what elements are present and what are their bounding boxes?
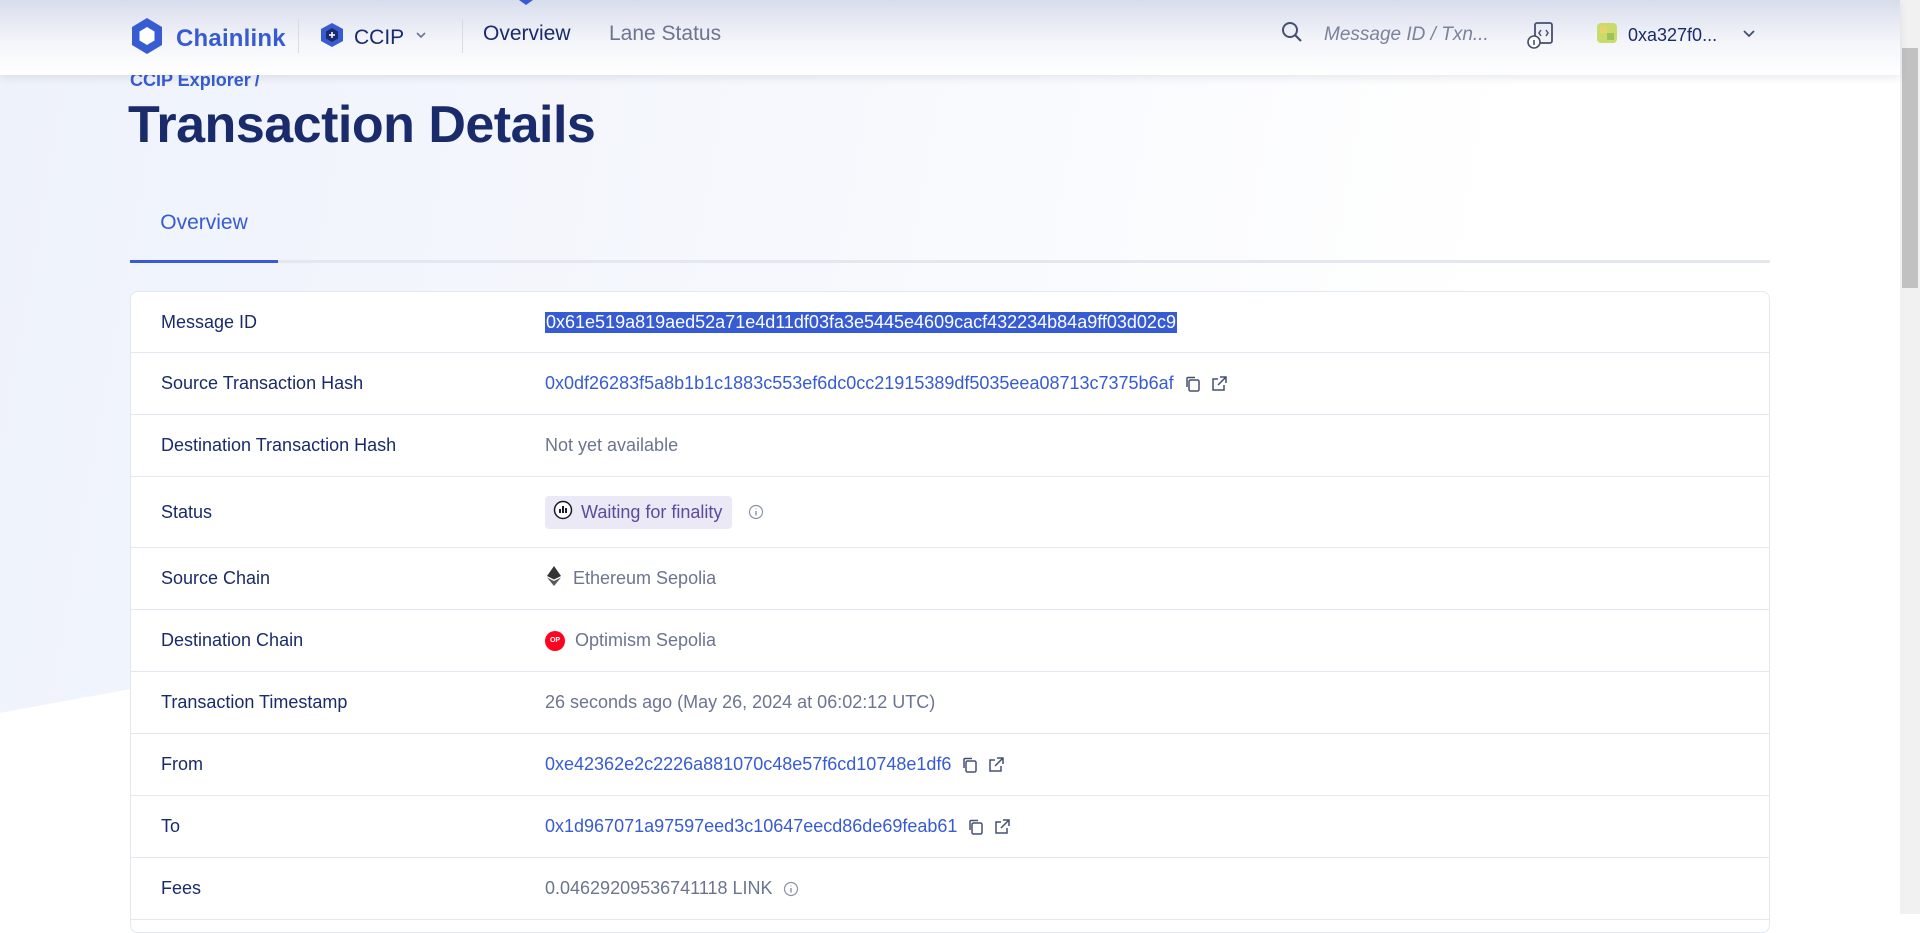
- transaction-details-card: Message ID 0x61e519a819aed52a71e4d11df03…: [130, 291, 1770, 933]
- chainlink-logo-icon: [130, 17, 164, 60]
- dest-tx-hash-value: Not yet available: [545, 435, 679, 455]
- product-name: CCIP: [354, 25, 405, 49]
- detail-row-dest-chain: Destination Chain OP Optimism Sepolia: [131, 610, 1769, 672]
- detail-value: Waiting for finality: [545, 495, 764, 529]
- nav-divider: [462, 19, 463, 53]
- detail-label: Fees: [161, 878, 202, 898]
- developer-icon[interactable]: [1526, 20, 1556, 55]
- search-input[interactable]: [1322, 22, 1496, 47]
- copy-icon[interactable]: [961, 756, 979, 774]
- detail-label: Destination Chain: [161, 630, 304, 650]
- status-badge: Waiting for finality: [545, 495, 733, 529]
- product-selector[interactable]: CCIP: [320, 22, 428, 53]
- detail-value: 0x61e519a819aed52a71e4d11df03fa3e5445e46…: [545, 311, 1177, 333]
- detail-label: From: [161, 754, 203, 774]
- detail-label: Source Chain: [161, 568, 271, 588]
- detail-row-source-chain: Source Chain Ethereum Sepolia: [131, 548, 1769, 610]
- page-scrollbar-thumb[interactable]: [1902, 48, 1918, 288]
- to-address-link[interactable]: 0x1d967071a97597eed3c10647eecd86de69feab…: [545, 816, 957, 837]
- detail-label: Transaction Timestamp: [161, 692, 348, 712]
- search-box: [1280, 20, 1496, 49]
- detail-label: Message ID: [161, 311, 258, 332]
- page-title: Transaction Details: [128, 96, 596, 154]
- top-navbar: Chainlink CCIP Overview Lane Status Mess…: [0, 0, 1900, 75]
- detail-value: 0x1d967071a97597eed3c10647eecd86de69feab…: [545, 816, 1011, 837]
- detail-value: OP Optimism Sepolia: [545, 630, 716, 651]
- copy-icon[interactable]: [967, 818, 985, 836]
- brand-name: Chainlink: [176, 24, 286, 52]
- detail-row-timestamp: Transaction Timestamp 26 seconds ago (Ma…: [131, 672, 1769, 734]
- detail-row-status: Status Waiting for finality: [131, 477, 1769, 548]
- nav-lane-status[interactable]: Lane Status: [609, 22, 721, 46]
- detail-value: 0xe42362e2c2226a881070c48e57f6cd10748e1d…: [545, 754, 1005, 775]
- tab-overview[interactable]: Overview: [130, 200, 278, 263]
- dest-chain-name: Optimism Sepolia: [575, 630, 717, 650]
- info-icon[interactable]: [783, 881, 799, 897]
- nav-overview[interactable]: Overview: [483, 22, 571, 46]
- wallet-button[interactable]: 0xa327f0...: [1596, 22, 1757, 49]
- copy-icon[interactable]: [1184, 375, 1202, 393]
- source-chain: Ethereum Sepolia: [545, 565, 716, 592]
- source-chain-name: Ethereum Sepolia: [573, 568, 717, 588]
- detail-row-source-tx-hash: Source Transaction Hash 0x0df26283f5a8b1…: [131, 353, 1769, 415]
- search-icon[interactable]: [1280, 20, 1304, 49]
- detail-value: Ethereum Sepolia: [545, 565, 716, 592]
- detail-label: Source Transaction Hash: [161, 373, 364, 393]
- detail-label: Destination Transaction Hash: [161, 435, 397, 455]
- message-id-value[interactable]: 0x61e519a819aed52a71e4d11df03fa3e5445e46…: [545, 311, 1177, 333]
- external-link-icon[interactable]: [987, 756, 1005, 774]
- fees-value: 0.04629209536741118 LINK: [545, 878, 773, 898]
- external-link-icon[interactable]: [993, 818, 1011, 836]
- detail-label: To: [161, 816, 181, 836]
- dest-chain: OP Optimism Sepolia: [545, 630, 716, 651]
- chevron-down-icon: [1741, 25, 1757, 46]
- ccip-icon: [320, 22, 344, 53]
- ethereum-icon: [545, 565, 563, 592]
- detail-label: Status: [161, 501, 213, 522]
- detail-row-message-id: Message ID 0x61e519a819aed52a71e4d11df03…: [131, 292, 1769, 353]
- brand[interactable]: Chainlink: [130, 17, 286, 60]
- detail-value: 0x0df26283f5a8b1b1c1883c553ef6dc0cc21915…: [545, 373, 1228, 394]
- finality-icon: [553, 500, 573, 525]
- detail-value: 0.04629209536741118 LINK: [545, 878, 799, 899]
- active-nav-indicator: [519, 0, 533, 5]
- from-address-link[interactable]: 0xe42362e2c2226a881070c48e57f6cd10748e1d…: [545, 754, 951, 775]
- detail-row-to: To 0x1d967071a97597eed3c10647eecd86de69f…: [131, 796, 1769, 858]
- detail-row-from: From 0xe42362e2c2226a881070c48e57f6cd107…: [131, 734, 1769, 796]
- chevron-down-icon: [414, 28, 428, 47]
- detail-row-fees: Fees 0.04629209536741118 LINK: [131, 858, 1769, 920]
- status-text: Waiting for finality: [581, 501, 723, 522]
- info-icon[interactable]: [748, 504, 764, 520]
- wallet-address: 0xa327f0...: [1628, 25, 1718, 45]
- tab-bar: Overview: [130, 200, 1770, 263]
- wallet-avatar-icon: [1596, 22, 1618, 49]
- external-link-icon[interactable]: [1210, 375, 1228, 393]
- optimism-icon: OP: [545, 630, 565, 651]
- source-tx-hash-link[interactable]: 0x0df26283f5a8b1b1c1883c553ef6dc0cc21915…: [545, 373, 1174, 394]
- timestamp-value: 26 seconds ago (May 26, 2024 at 06:02:12…: [545, 692, 936, 712]
- nav-divider: [298, 19, 299, 53]
- detail-row-dest-tx-hash: Destination Transaction Hash Not yet ava…: [131, 415, 1769, 477]
